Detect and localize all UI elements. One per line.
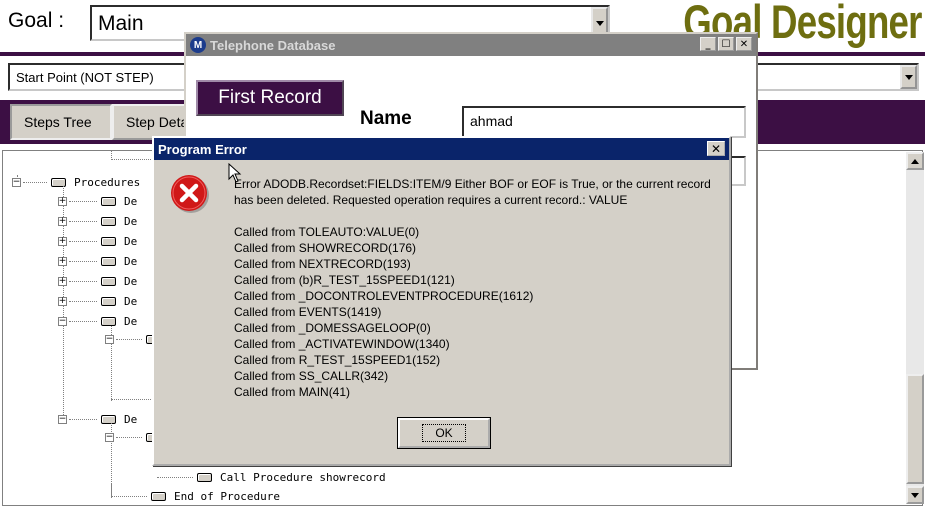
tree-node[interactable]: − De [58, 315, 137, 328]
telephone-window-titlebar[interactable]: M Telephone Database _ ☐ ✕ [186, 34, 756, 56]
telephone-window-title: Telephone Database [210, 37, 336, 53]
name-field[interactable]: ahmad [462, 106, 746, 138]
node-icon [101, 277, 116, 286]
tree-node-label: De [124, 255, 138, 268]
expand-icon[interactable]: + [58, 277, 67, 286]
tree-node-label: De [124, 235, 138, 248]
tree-node[interactable]: + De [58, 255, 137, 268]
start-point-value: Start Point (NOT STEP) [16, 70, 154, 85]
node-icon [101, 237, 116, 246]
program-error-dialog: Program Error ✕ Error ADODB.Recordset:FI… [152, 136, 731, 466]
close-icon[interactable]: ✕ [736, 37, 752, 51]
scroll-up-button[interactable] [906, 152, 924, 170]
expand-icon[interactable]: + [58, 217, 67, 226]
node-icon [101, 217, 116, 226]
call-stack-line: Called from EVENTS(1419) [234, 305, 382, 319]
start-point-dropdown-button[interactable] [900, 65, 917, 89]
tree-scrollbar[interactable] [906, 152, 924, 504]
tree-node-label: De [124, 295, 138, 308]
node-icon [101, 297, 116, 306]
error-icon [171, 175, 209, 213]
call-stack-line: Called from SS_CALLR(342) [234, 369, 389, 383]
collapse-icon[interactable]: − [105, 433, 114, 442]
tree-node-label: End of Procedure [174, 490, 280, 503]
chevron-down-icon [595, 20, 604, 26]
arrow-down-icon [911, 492, 919, 498]
tree-node-label: De [124, 413, 138, 426]
first-record-button[interactable]: First Record [196, 80, 344, 116]
ok-button[interactable]: OK [398, 418, 490, 448]
call-stack-line: Called from _DOMESSAGELOOP(0) [234, 321, 431, 335]
tree-node-label: De [124, 315, 138, 328]
expand-icon[interactable]: + [58, 197, 67, 206]
collapse-icon[interactable]: − [105, 335, 114, 344]
tree-node-end-procedure[interactable]: End of Procedure [111, 490, 280, 503]
collapse-icon[interactable]: − [58, 317, 67, 326]
tree-node-label: De [124, 275, 138, 288]
call-stack-line: Called from NEXTRECORD(193) [234, 257, 411, 271]
tab-steps-tree[interactable]: Steps Tree [10, 104, 112, 140]
tree-node[interactable]: + De [58, 295, 137, 308]
node-icon [101, 317, 116, 326]
goal-label: Goal : [8, 9, 65, 32]
tree-node-call-procedure[interactable]: Call Procedure showrecord [157, 471, 386, 484]
call-stack-line: Called from TOLEAUTO:VALUE(0) [234, 225, 420, 239]
node-icon [101, 197, 116, 206]
tree-node-label: De [124, 195, 138, 208]
tree-node[interactable]: − De [58, 413, 137, 426]
call-stack-line: Called from (b)R_TEST_15SPEED1(121) [234, 273, 455, 287]
chevron-down-icon [904, 74, 913, 80]
minimize-icon[interactable]: _ [700, 37, 716, 51]
expand-icon[interactable]: + [58, 237, 67, 246]
call-stack-line: Called from _ACTIVATEWINDOW(1340) [234, 337, 450, 351]
expand-icon[interactable]: + [58, 257, 67, 266]
mouse-cursor-icon [228, 163, 242, 183]
node-icon [151, 492, 166, 501]
expand-icon[interactable]: + [58, 297, 67, 306]
error-dialog-title: Program Error [158, 141, 247, 157]
tree-node-label: Call Procedure showrecord [220, 471, 386, 484]
call-stack-line: Called from R_TEST_15SPEED1(152) [234, 353, 441, 367]
scroll-thumb[interactable] [906, 374, 924, 484]
tree-line [111, 159, 151, 160]
tree-node[interactable]: + De [58, 235, 137, 248]
scroll-down-button[interactable] [906, 486, 924, 504]
error-message: Error ADODB.Recordset:FIELDS:ITEM/9 Eith… [234, 177, 711, 207]
error-message-area: Error ADODB.Recordset:FIELDS:ITEM/9 Eith… [234, 176, 724, 400]
tree-line [111, 151, 112, 160]
close-icon[interactable]: ✕ [707, 141, 725, 156]
error-dialog-titlebar[interactable]: Program Error ✕ [154, 138, 729, 160]
node-icon [101, 415, 116, 424]
tree-node[interactable]: + De [58, 195, 137, 208]
tree-node-procedures[interactable]: − Procedures [12, 176, 140, 189]
tree-line [111, 399, 151, 400]
tree-node-label: Procedures [74, 176, 141, 189]
node-icon [197, 473, 212, 482]
call-stack-line: Called from MAIN(41) [234, 385, 351, 399]
call-stack-line: Called from _DOCONTROLEVENTPROCEDURE(161… [234, 289, 534, 303]
tree-node-label: De [124, 215, 138, 228]
ok-button-label: OK [422, 424, 466, 442]
arrow-up-icon [911, 158, 919, 164]
goal-select-value: Main [98, 12, 144, 35]
name-label: Name [360, 108, 412, 129]
collapse-icon[interactable]: − [12, 178, 21, 187]
node-icon [101, 257, 116, 266]
tree-node[interactable]: + De [58, 215, 137, 228]
maximize-icon[interactable]: ☐ [718, 37, 734, 51]
collapse-icon[interactable]: − [58, 415, 67, 424]
tree-node[interactable]: + De [58, 275, 137, 288]
app-icon: M [190, 37, 206, 53]
call-stack-line: Called from SHOWRECORD(176) [234, 241, 417, 255]
